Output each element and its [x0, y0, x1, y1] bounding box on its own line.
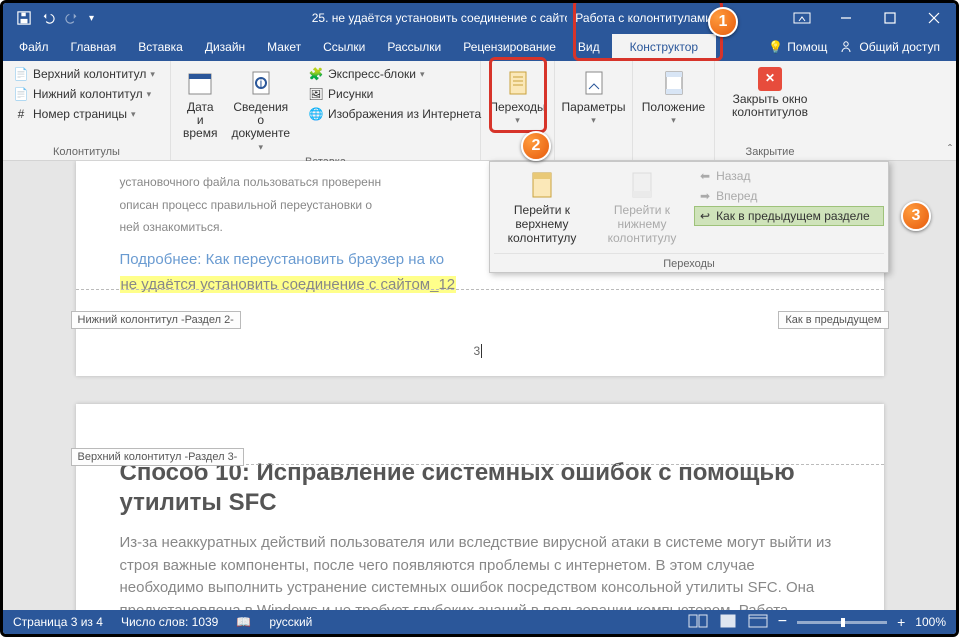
doc-info-button[interactable]: iСведения о документе▾ — [227, 65, 294, 154]
web-layout-icon[interactable] — [748, 614, 768, 630]
title-bar: ▾ 25. не удаётся установить соединение с… — [3, 3, 956, 33]
footer-button[interactable]: 📄Нижний колонтитул▾ — [11, 85, 162, 103]
page-number-button[interactable]: #Номер страницы▾ — [11, 105, 162, 123]
heading: Способ 10: Исправление системных ошибок … — [120, 458, 840, 518]
tab-view[interactable]: Вид — [568, 36, 610, 58]
tab-konstruktor[interactable]: Конструктор — [612, 34, 716, 60]
close-x-icon: ✕ — [758, 67, 782, 91]
forward-icon: ➡ — [700, 189, 710, 203]
maximize-button[interactable] — [868, 3, 912, 33]
read-mode-icon[interactable] — [688, 614, 708, 630]
callout-number-3: 3 — [901, 201, 931, 231]
context-tab-label: Работа с колонтитулами — [567, 11, 720, 25]
close-button[interactable] — [912, 3, 956, 33]
minimize-button[interactable] — [824, 3, 868, 33]
options-button[interactable]: Параметры▾ — [563, 65, 624, 128]
zoom-in-button[interactable]: + — [897, 614, 905, 630]
link-prev-icon: ↩ — [700, 209, 710, 223]
goto-header-button[interactable]: Перейти к верхнему колонтитулу — [494, 166, 590, 249]
proofing-icon[interactable]: 📖 — [236, 615, 251, 629]
tab-file[interactable]: Файл — [9, 36, 59, 58]
navigation-dropdown: Перейти к верхнему колонтитулу Перейти к… — [489, 161, 889, 273]
tab-review[interactable]: Рецензирование — [453, 36, 566, 58]
tab-design[interactable]: Дизайн — [195, 36, 255, 58]
date-time-button[interactable]: Дата и время — [179, 65, 221, 154]
page-2: Верхний колонтитул -Раздел 3- Способ 10:… — [76, 404, 884, 610]
pictures-button[interactable]: 🖼Рисунки — [306, 85, 483, 103]
nav-forward-button: ➡Вперед — [694, 186, 884, 206]
tab-mailings[interactable]: Рассылки — [377, 36, 451, 58]
status-language[interactable]: русский — [269, 615, 312, 629]
callout-number-2: 2 — [521, 131, 551, 161]
quick-parts-button[interactable]: 🧩Экспресс-блоки▾ — [306, 65, 483, 83]
qat-more-icon[interactable]: ▾ — [89, 13, 94, 24]
callout-number-1: 1 — [708, 7, 738, 37]
print-layout-icon[interactable] — [718, 614, 738, 630]
nav-back-button: ⬅Назад — [694, 166, 884, 186]
footer-tag-left[interactable]: Нижний колонтитул -Раздел 2- — [71, 311, 241, 329]
tab-insert[interactable]: Вставка — [128, 36, 193, 58]
collapse-ribbon-icon[interactable]: ˆ — [948, 142, 952, 156]
status-words[interactable]: Число слов: 1039 — [121, 615, 218, 629]
redo-icon[interactable] — [65, 11, 79, 25]
undo-icon[interactable] — [41, 11, 55, 25]
ribbon: 📄Верхний колонтитул▾ 📄Нижний колонтитул▾… — [3, 61, 956, 161]
tab-home[interactable]: Главная — [61, 36, 127, 58]
zoom-out-button[interactable]: − — [778, 613, 787, 631]
header-tag[interactable]: Верхний колонтитул -Раздел 3- — [71, 448, 245, 466]
footer-tag-right[interactable]: Как в предыдущем — [778, 311, 888, 329]
header-button[interactable]: 📄Верхний колонтитул▾ — [11, 65, 162, 83]
group-label-hf: Колонтитулы — [11, 144, 162, 158]
ribbon-tabs: Файл Главная Вставка Дизайн Макет Ссылки… — [3, 33, 956, 61]
online-pictures-button[interactable]: 🌐Изображения из Интернета — [306, 105, 483, 123]
body-text-2: Из-за неаккуратных действий пользователя… — [120, 532, 840, 610]
group-label-close: Закрытие — [723, 144, 817, 158]
zoom-slider[interactable] — [797, 621, 887, 624]
zoom-level[interactable]: 100% — [915, 615, 946, 629]
back-icon: ⬅ — [700, 169, 710, 183]
tell-me-label[interactable]: Помощ — [787, 40, 827, 54]
svg-text:i: i — [259, 76, 262, 90]
share-button[interactable]: Общий доступ — [829, 40, 950, 54]
page-number-display: 3 — [76, 343, 884, 358]
close-hf-button[interactable]: ✕Закрыть окно колонтитулов — [723, 65, 817, 121]
position-button[interactable]: Положение▾ — [641, 65, 706, 128]
tab-layout[interactable]: Макет — [257, 36, 311, 58]
save-icon[interactable] — [17, 11, 31, 25]
status-page[interactable]: Страница 3 из 4 — [13, 615, 103, 629]
goto-footer-button: Перейти к нижнему колонтитулу — [594, 166, 690, 249]
status-bar: Страница 3 из 4 Число слов: 1039 📖 русск… — [3, 610, 956, 634]
tell-me-icon[interactable]: 💡 — [768, 40, 783, 54]
navigation-button[interactable]: Переходы▾ — [489, 65, 546, 128]
link-to-previous-button[interactable]: ↩Как в предыдущем разделе — [694, 206, 884, 226]
dropdown-group-label: Переходы — [494, 253, 884, 270]
ribbon-display-options-icon[interactable] — [780, 3, 824, 33]
tab-references[interactable]: Ссылки — [313, 36, 375, 58]
